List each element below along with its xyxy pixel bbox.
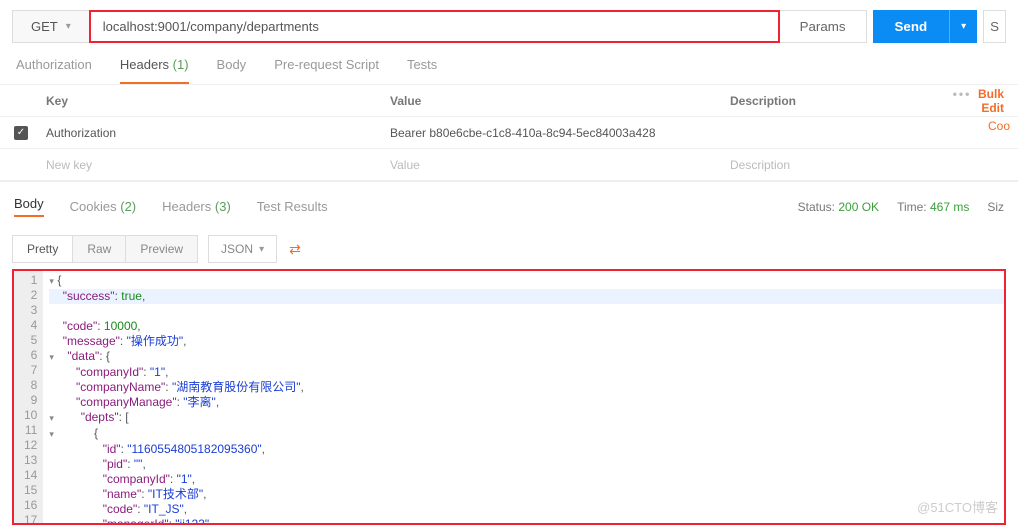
line-gutter: 1234567891011121314151617: [14, 271, 43, 525]
wrap-lines-icon[interactable]: ⇄: [289, 241, 298, 258]
watermark: @51CTO博客: [917, 497, 998, 516]
chevron-down-icon: ▾: [259, 244, 264, 255]
resp-tab-headers[interactable]: Headers (3): [162, 199, 231, 214]
cookies-link[interactable]: Coo: [988, 119, 1010, 133]
url-input[interactable]: [103, 19, 766, 34]
resp-tab-tests[interactable]: Test Results: [257, 199, 328, 214]
http-method-select[interactable]: GET ▾: [12, 10, 90, 43]
col-desc: Description: [730, 94, 938, 108]
bulk-edit-link[interactable]: Bulk Edit: [978, 87, 1004, 115]
view-mode-bar: Pretty Raw Preview JSON ▾ ⇄: [0, 227, 1018, 269]
header-key[interactable]: Authorization: [42, 126, 390, 140]
json-code[interactable]: ▾{ "success": true, "code": 10000, "mess…: [43, 271, 1004, 525]
tab-authorization[interactable]: Authorization: [16, 57, 92, 84]
chevron-down-icon: ▾: [961, 21, 966, 32]
request-tabs: Authorization Headers (1) Body Pre-reque…: [0, 43, 1018, 85]
more-icon[interactable]: •••: [953, 87, 972, 101]
view-preview[interactable]: Preview: [125, 235, 198, 263]
tab-body[interactable]: Body: [217, 57, 247, 84]
view-pretty[interactable]: Pretty: [12, 235, 73, 263]
response-body: 1234567891011121314151617 ▾{ "success": …: [12, 269, 1006, 525]
col-key: Key: [42, 94, 390, 108]
url-input-wrap: [89, 10, 780, 43]
tab-headers[interactable]: Headers (1): [120, 57, 189, 84]
checkbox-checked-icon[interactable]: ✓: [14, 126, 28, 140]
status-line: Status: 200 OK Time: 467 ms Siz: [798, 200, 1004, 214]
new-key-input[interactable]: New key: [42, 158, 390, 172]
new-desc-input[interactable]: Description: [730, 158, 938, 172]
format-select[interactable]: JSON ▾: [208, 235, 277, 263]
resp-tab-cookies[interactable]: Cookies (2): [70, 199, 136, 214]
http-method-label: GET: [31, 19, 58, 34]
tab-tests[interactable]: Tests: [407, 57, 437, 84]
params-button[interactable]: Params: [780, 10, 867, 43]
header-value[interactable]: Bearer b80e6cbe-c1c8-410a-8c94-5ec84003a…: [390, 126, 730, 140]
send-button[interactable]: Send: [873, 10, 950, 43]
response-tabs: Body Cookies (2) Headers (3) Test Result…: [0, 181, 1018, 227]
table-row-new[interactable]: New key Value Description: [0, 149, 1018, 181]
col-value: Value: [390, 94, 730, 108]
new-value-input[interactable]: Value: [390, 158, 730, 172]
resp-tab-body[interactable]: Body: [14, 196, 44, 217]
send-dropdown[interactable]: ▾: [949, 10, 977, 43]
table-row[interactable]: ✓ Authorization Bearer b80e6cbe-c1c8-410…: [0, 117, 1018, 149]
chevron-down-icon: ▾: [66, 21, 71, 32]
view-raw[interactable]: Raw: [72, 235, 126, 263]
tab-prerequest[interactable]: Pre-request Script: [274, 57, 379, 84]
headers-table: Key Value Description ••• Bulk Edit ✓ Au…: [0, 85, 1018, 181]
save-button[interactable]: S: [983, 10, 1006, 43]
